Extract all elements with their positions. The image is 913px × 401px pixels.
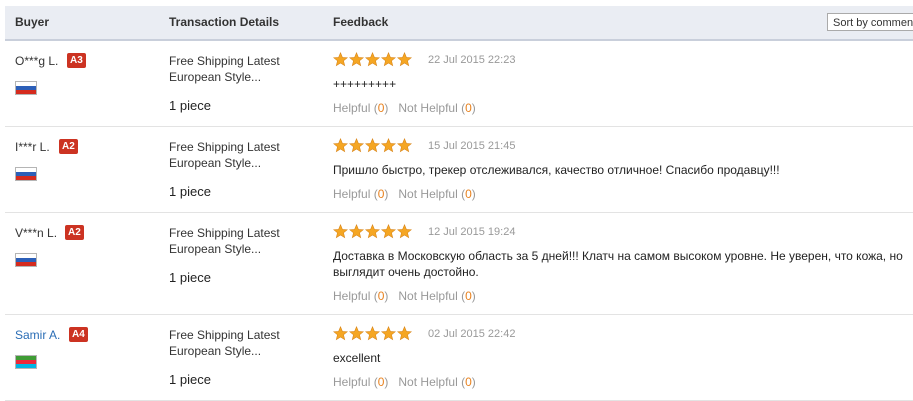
quantity: 1 piece: [169, 270, 211, 285]
star-icon: [332, 138, 349, 153]
helpful-label: Helpful: [333, 375, 371, 389]
feedback-table-header: Buyer Transaction Details Feedback Sort …: [5, 6, 913, 41]
star-icon: [380, 326, 397, 341]
feedback-row: O***g L. A3 Free Shipping Latest Europea…: [5, 41, 913, 127]
star-icon: [380, 52, 397, 67]
product-title-link[interactable]: Free Shipping Latest European Style...: [169, 327, 309, 359]
vote-bar: Helpful (0) Not Helpful (0): [333, 289, 476, 303]
star-icon: [332, 326, 349, 341]
quantity: 1 piece: [169, 98, 211, 113]
star-icon: [332, 224, 349, 239]
star-icon: [332, 52, 349, 67]
star-icon: [348, 224, 365, 239]
buyer-name: O***g L.: [15, 54, 59, 68]
not-helpful-button[interactable]: Not Helpful (0): [398, 187, 475, 201]
buyer-name: V***n L.: [15, 226, 58, 240]
not-helpful-label: Not Helpful: [398, 289, 458, 303]
feedback-text: Доставка в Московскую область за 5 дней!…: [333, 249, 903, 279]
star-icon: [396, 138, 413, 153]
column-header-transaction: Transaction Details: [169, 15, 280, 29]
sort-dropdown[interactable]: Sort by comment: [827, 13, 913, 31]
not-helpful-count: 0: [465, 289, 472, 303]
rating-stars: [332, 138, 413, 154]
buyer-name: I***r L.: [15, 140, 50, 154]
not-helpful-count: 0: [465, 101, 472, 115]
feedback-date: 22 Jul 2015 22:23: [428, 54, 516, 66]
feedback-row: Samir A. A4 Free Shipping Latest Europea…: [5, 315, 913, 401]
feedback-row: V***n L. A2 Free Shipping Latest Europea…: [5, 213, 913, 315]
star-icon: [396, 224, 413, 239]
star-icon: [364, 138, 381, 153]
star-icon: [348, 138, 365, 153]
column-header-feedback: Feedback: [333, 15, 389, 29]
feedback-date: 15 Jul 2015 21:45: [428, 140, 516, 152]
not-helpful-button[interactable]: Not Helpful (0): [398, 101, 475, 115]
helpful-count: 0: [377, 101, 385, 115]
product-title-link[interactable]: Free Shipping Latest European Style...: [169, 225, 309, 257]
quantity: 1 piece: [169, 184, 211, 199]
vote-bar: Helpful (0) Not Helpful (0): [333, 187, 476, 201]
not-helpful-label: Not Helpful: [398, 375, 458, 389]
helpful-button[interactable]: Helpful (0): [333, 187, 388, 201]
feedback-text: +++++++++: [333, 77, 397, 91]
star-icon: [364, 224, 381, 239]
buyer-level-badge: A4: [69, 327, 88, 342]
product-title-link[interactable]: Free Shipping Latest European Style...: [169, 139, 309, 171]
helpful-count: 0: [377, 375, 385, 389]
helpful-button[interactable]: Helpful (0): [333, 289, 388, 303]
product-title-link[interactable]: Free Shipping Latest European Style...: [169, 53, 309, 85]
helpful-count: 0: [377, 289, 385, 303]
azerbaijan-flag-icon: [15, 355, 37, 369]
star-icon: [396, 52, 413, 67]
not-helpful-count: 0: [465, 187, 472, 201]
feedback-row: I***r L. A2 Free Shipping Latest Europea…: [5, 127, 913, 213]
star-icon: [364, 326, 381, 341]
vote-bar: Helpful (0) Not Helpful (0): [333, 101, 476, 115]
not-helpful-label: Not Helpful: [398, 187, 458, 201]
helpful-label: Helpful: [333, 289, 371, 303]
helpful-count: 0: [377, 187, 385, 201]
helpful-button[interactable]: Helpful (0): [333, 101, 388, 115]
rating-stars: [332, 224, 413, 240]
not-helpful-button[interactable]: Not Helpful (0): [398, 289, 475, 303]
rating-stars: [332, 326, 413, 342]
star-icon: [348, 326, 365, 341]
star-icon: [396, 326, 413, 341]
helpful-button[interactable]: Helpful (0): [333, 375, 388, 389]
not-helpful-button[interactable]: Not Helpful (0): [398, 375, 475, 389]
vote-bar: Helpful (0) Not Helpful (0): [333, 375, 476, 389]
feedback-date: 12 Jul 2015 19:24: [428, 226, 516, 238]
star-icon: [348, 52, 365, 67]
buyer-level-badge: A2: [65, 225, 84, 240]
buyer-level-badge: A3: [67, 53, 86, 68]
russia-flag-icon: [15, 253, 37, 267]
not-helpful-label: Not Helpful: [398, 101, 458, 115]
star-icon: [380, 138, 397, 153]
quantity: 1 piece: [169, 372, 211, 387]
not-helpful-count: 0: [465, 375, 472, 389]
russia-flag-icon: [15, 167, 37, 181]
helpful-label: Helpful: [333, 101, 371, 115]
feedback-date: 02 Jul 2015 22:42: [428, 328, 516, 340]
russia-flag-icon: [15, 81, 37, 95]
feedback-text: excellent: [333, 351, 381, 365]
buyer-level-badge: A2: [59, 139, 78, 154]
column-header-buyer: Buyer: [15, 15, 50, 29]
star-icon: [380, 224, 397, 239]
feedback-text: Пришло быстро, трекер отслеживался, каче…: [333, 163, 780, 177]
star-icon: [364, 52, 381, 67]
buyer-name-link[interactable]: Samir A.: [15, 328, 60, 342]
rating-stars: [332, 52, 413, 68]
helpful-label: Helpful: [333, 187, 371, 201]
